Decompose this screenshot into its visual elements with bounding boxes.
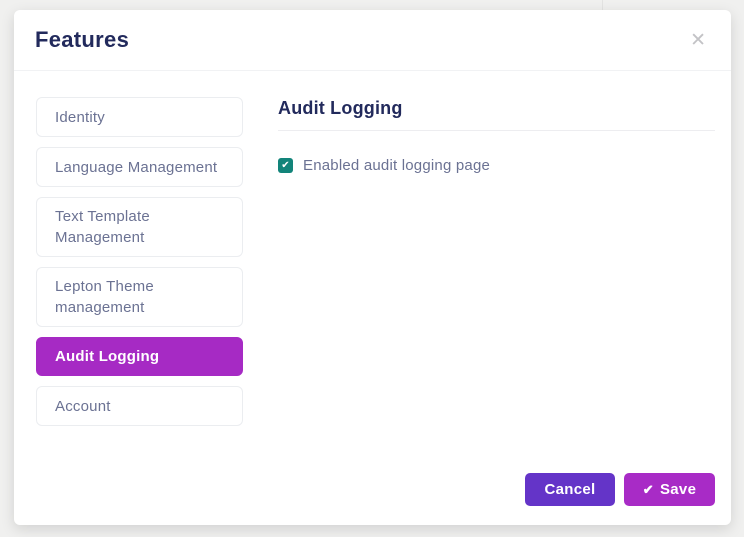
checkbox-checked-icon[interactable]: ✔ <box>278 158 293 173</box>
audit-logging-checkbox-row[interactable]: ✔ Enabled audit logging page <box>278 157 715 174</box>
sidebar-item-text-template-management[interactable]: Text Template Management <box>36 197 243 257</box>
save-button-label: Save <box>660 481 696 498</box>
modal-title: Features <box>35 27 129 53</box>
check-icon: ✔ <box>643 483 654 496</box>
modal-body: Identity Language Management Text Templa… <box>14 71 731 473</box>
background-card-edge <box>602 0 603 10</box>
save-button[interactable]: ✔ Save <box>624 473 715 506</box>
cancel-button[interactable]: Cancel <box>525 473 615 506</box>
panel-heading: Audit Logging <box>278 98 715 119</box>
feature-settings-panel: Audit Logging ✔ Enabled audit logging pa… <box>278 97 715 473</box>
sidebar-item-audit-logging[interactable]: Audit Logging <box>36 337 243 376</box>
panel-divider <box>278 130 715 131</box>
close-icon[interactable]: ✕ <box>686 29 710 52</box>
modal-footer: Cancel ✔ Save <box>14 473 731 525</box>
sidebar-item-identity[interactable]: Identity <box>36 97 243 137</box>
sidebar-item-language-management[interactable]: Language Management <box>36 147 243 187</box>
checkbox-label[interactable]: Enabled audit logging page <box>303 157 490 174</box>
modal-header: Features ✕ <box>14 10 731 71</box>
features-modal: Features ✕ Identity Language Management … <box>14 10 731 525</box>
sidebar-item-account[interactable]: Account <box>36 386 243 426</box>
feature-group-list: Identity Language Management Text Templa… <box>36 97 243 473</box>
sidebar-item-lepton-theme-management[interactable]: Lepton Theme management <box>36 267 243 327</box>
